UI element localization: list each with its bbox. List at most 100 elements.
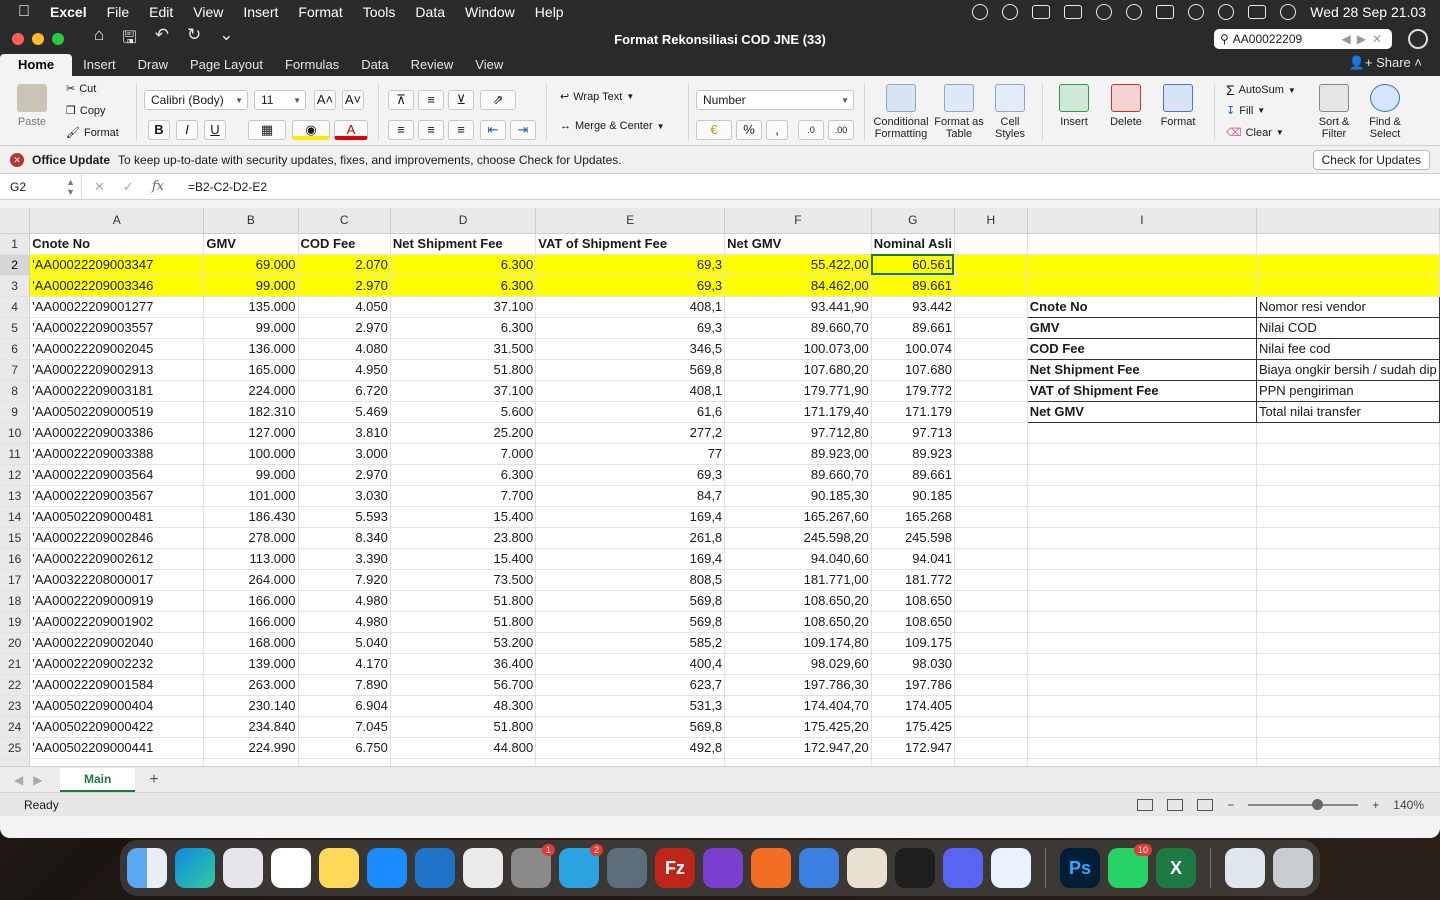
decrease-decimal-icon[interactable]: .00: [828, 120, 854, 140]
tableplus-icon[interactable]: [607, 848, 647, 888]
close-notification-icon[interactable]: ✕: [10, 152, 24, 167]
cell[interactable]: 90.185,30: [724, 485, 872, 507]
orientation-icon[interactable]: ⇗: [480, 90, 516, 110]
cell[interactable]: 23.800: [390, 527, 537, 549]
cell[interactable]: 'AA00022209002232: [29, 653, 205, 675]
page-layout-view-icon[interactable]: [1167, 798, 1184, 811]
cell[interactable]: 6.300: [390, 464, 537, 486]
sheet-nav-arrows[interactable]: ◀▶: [0, 773, 60, 787]
cell[interactable]: [1256, 485, 1440, 507]
cell[interactable]: 224.990: [203, 737, 299, 759]
cell[interactable]: 108.650: [871, 611, 955, 633]
minimize-window-button[interactable]: [32, 33, 44, 45]
cell[interactable]: [1027, 506, 1257, 528]
cell[interactable]: 69,3: [535, 464, 726, 486]
keyboard-icon[interactable]: [1064, 5, 1083, 19]
row-header[interactable]: 9: [0, 401, 31, 423]
cell[interactable]: [1027, 233, 1257, 255]
cell[interactable]: 3.390: [298, 548, 391, 570]
cell[interactable]: [1256, 632, 1440, 654]
format-painter-button[interactable]: 🖌 Format: [66, 126, 119, 140]
bold-button[interactable]: B: [148, 120, 170, 140]
increase-decimal-icon[interactable]: .0: [798, 120, 824, 140]
cell[interactable]: [954, 758, 1028, 766]
cell[interactable]: 99.000: [203, 275, 299, 297]
font-size-select[interactable]: 11 ▼: [254, 90, 306, 110]
confirm-entry-icon[interactable]: ✓: [123, 179, 134, 195]
cell-styles-button[interactable]: Cell Styles: [986, 84, 1034, 140]
cell[interactable]: [954, 464, 1028, 486]
cell[interactable]: 492,8: [535, 737, 726, 759]
cell[interactable]: 53.200: [390, 632, 537, 654]
cell[interactable]: 'AA00502209000441: [29, 737, 205, 759]
cell[interactable]: 109.174,80: [724, 632, 872, 654]
tab-review[interactable]: Review: [400, 57, 465, 76]
window-icon[interactable]: [1032, 5, 1051, 19]
cell[interactable]: 165.000: [203, 359, 299, 381]
cell[interactable]: [954, 674, 1028, 696]
align-right-icon[interactable]: ≡: [448, 120, 474, 140]
control-center-icon[interactable]: [1248, 5, 1267, 19]
tab-home[interactable]: Home: [0, 54, 73, 76]
cell[interactable]: 113.000: [203, 548, 299, 570]
row-header[interactable]: 17: [0, 569, 31, 591]
menu-view[interactable]: View: [183, 4, 233, 20]
cell[interactable]: 51.800: [390, 716, 537, 738]
cell[interactable]: 7.000: [390, 443, 537, 465]
find-select-button[interactable]: Find & Select: [1362, 84, 1408, 140]
column-header[interactable]: C: [298, 208, 391, 234]
cell[interactable]: 2.970: [298, 464, 391, 486]
cell[interactable]: 98.030: [871, 653, 955, 675]
downloads-folder-icon[interactable]: [1225, 848, 1265, 888]
share-button[interactable]: 👤+ Share ˄: [1349, 55, 1422, 71]
cell[interactable]: 6.300: [390, 317, 537, 339]
cell[interactable]: [954, 254, 1028, 276]
cell[interactable]: 108.650,20: [724, 611, 872, 633]
cell[interactable]: 97.713: [871, 422, 955, 444]
cell[interactable]: 408,1: [535, 380, 726, 402]
cell[interactable]: Nominal Asli: [871, 233, 955, 255]
search-input[interactable]: AA00022209: [1233, 32, 1302, 46]
cell[interactable]: [535, 758, 726, 766]
cell[interactable]: [724, 758, 872, 766]
row-header[interactable]: 18: [0, 590, 31, 612]
cell[interactable]: [390, 758, 537, 766]
cell[interactable]: 569,8: [535, 611, 726, 633]
sheet-tab-main[interactable]: Main: [60, 767, 136, 792]
cell[interactable]: 261,8: [535, 527, 726, 549]
save-icon[interactable]: 🖫: [122, 25, 136, 54]
cell[interactable]: 'AA00022209003567: [29, 485, 205, 507]
cell[interactable]: 'AA00502209000404: [29, 695, 205, 717]
cell[interactable]: 'AA00022209003346: [29, 275, 205, 297]
tab-data[interactable]: Data: [350, 57, 399, 76]
cell[interactable]: 139.000: [203, 653, 299, 675]
autosum-button[interactable]: Σ AutoSum ▼: [1226, 82, 1296, 98]
cell[interactable]: 172.947: [871, 737, 955, 759]
cell[interactable]: [1256, 695, 1440, 717]
cell[interactable]: [1027, 422, 1257, 444]
cell[interactable]: 89.661: [871, 317, 955, 339]
select-all-corner[interactable]: [0, 208, 31, 234]
cell[interactable]: 5.600: [390, 401, 537, 423]
cell[interactable]: 623,7: [535, 674, 726, 696]
cell[interactable]: [954, 296, 1028, 318]
cell[interactable]: 7.920: [298, 569, 391, 591]
zoom-out-button[interactable]: −: [1227, 798, 1234, 812]
menu-data[interactable]: Data: [405, 4, 455, 20]
cell[interactable]: 'AA00022209001902: [29, 611, 205, 633]
cell[interactable]: [1256, 716, 1440, 738]
legend-term[interactable]: VAT of Shipment Fee: [1026, 379, 1257, 402]
cell[interactable]: 31.500: [390, 338, 537, 360]
vscode-icon[interactable]: [415, 848, 455, 888]
creative-cloud-icon[interactable]: [972, 4, 989, 20]
cell[interactable]: [298, 758, 391, 766]
cell[interactable]: [1256, 548, 1440, 570]
cell[interactable]: [1027, 758, 1257, 766]
cell[interactable]: 60.561: [871, 254, 955, 276]
cell[interactable]: 'AA00022209003388: [29, 443, 205, 465]
tab-view[interactable]: View: [464, 57, 514, 76]
github-desktop-icon[interactable]: [703, 848, 743, 888]
cell[interactable]: 182.310: [203, 401, 299, 423]
cell[interactable]: [954, 569, 1028, 591]
legend-term[interactable]: GMV: [1026, 316, 1257, 339]
